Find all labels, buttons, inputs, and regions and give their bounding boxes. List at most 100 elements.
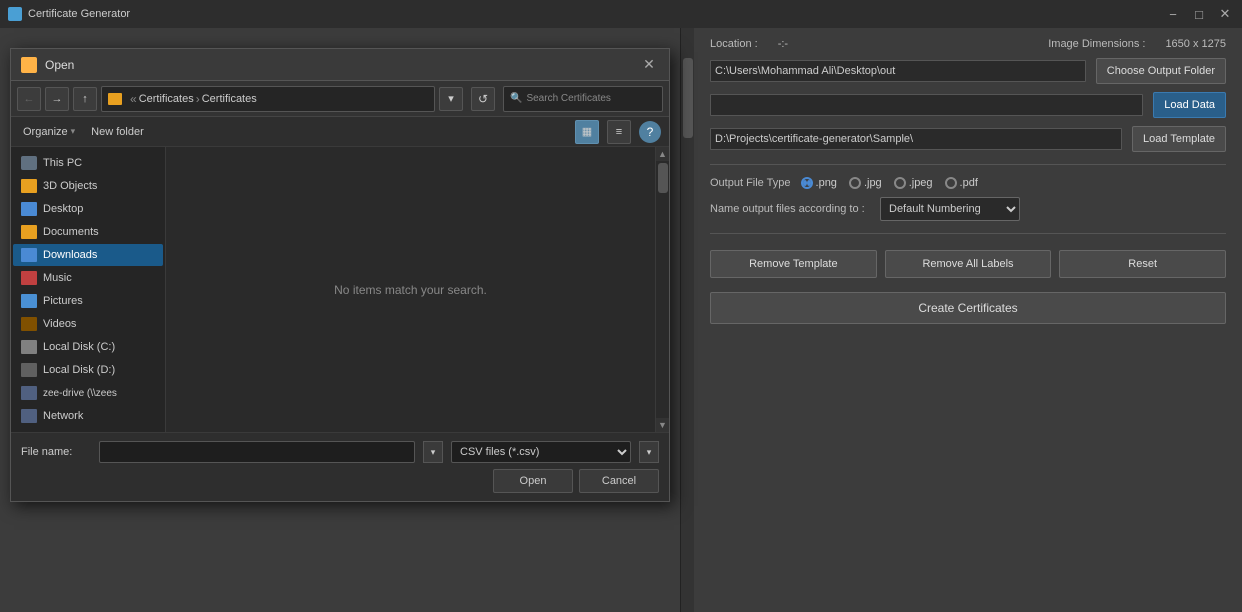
sidebar-item-label: Videos: [43, 318, 76, 330]
sidebar-item-pictures[interactable]: Pictures: [13, 290, 163, 312]
sidebar-item-label: Documents: [43, 226, 99, 238]
vertical-scrollbar[interactable]: ▲ ▼: [655, 147, 669, 432]
outer-scroll-thumb[interactable]: [683, 58, 693, 138]
radio-png-label: .png: [816, 177, 837, 189]
this-pc-icon: [21, 156, 37, 170]
remove-all-labels-button[interactable]: Remove All Labels: [885, 250, 1052, 278]
path-folder-icon: [108, 93, 122, 105]
close-button[interactable]: ✕: [1216, 5, 1234, 23]
sidebar-item-this-pc[interactable]: This PC: [13, 152, 163, 174]
sidebar-item-music[interactable]: Music: [13, 267, 163, 289]
sidebar-item-label: Downloads: [43, 249, 97, 261]
name-output-select[interactable]: Default Numbering Column Values Custom: [880, 197, 1020, 221]
bottom-buttons: Remove Template Remove All Labels Reset: [710, 250, 1226, 278]
path-bar: « Certificates › Certificates: [101, 86, 435, 112]
local-c-icon: [21, 340, 37, 354]
minimize-button[interactable]: −: [1164, 5, 1182, 23]
main-content: tion of the Machine Open ✕ ← → ↑ « Certi…: [0, 28, 1242, 612]
cancel-button[interactable]: Cancel: [579, 469, 659, 493]
view-grid-button[interactable]: ▦: [575, 120, 599, 144]
load-data-row: Load Data: [710, 92, 1226, 118]
location-value: -:-: [778, 38, 788, 50]
radio-pdf-dot: [945, 177, 957, 189]
filetype-select[interactable]: CSV files (*.csv): [451, 441, 631, 463]
template-path-input[interactable]: [710, 128, 1122, 150]
help-button[interactable]: ?: [639, 121, 661, 143]
app-icon: [8, 7, 22, 21]
sidebar-item-label: Pictures: [43, 295, 83, 307]
sidebar-item-3d-objects[interactable]: 3D Objects: [13, 175, 163, 197]
output-file-type-label: Output File Type: [710, 177, 791, 189]
nav-forward-button[interactable]: →: [45, 87, 69, 111]
dialog-close-button[interactable]: ✕: [639, 55, 659, 75]
dialog-area: tion of the Machine Open ✕ ← → ↑ « Certi…: [0, 28, 680, 612]
remove-template-button[interactable]: Remove Template: [710, 250, 877, 278]
radio-jpg[interactable]: .jpg: [849, 177, 882, 189]
window-controls: − □ ✕: [1164, 5, 1234, 23]
new-folder-button[interactable]: New folder: [87, 124, 148, 140]
sidebar-item-label: Music: [43, 272, 72, 284]
sidebar-item-documents[interactable]: Documents: [13, 221, 163, 243]
nav-back-button[interactable]: ←: [17, 87, 41, 111]
filename-dropdown-button[interactable]: ▾: [423, 441, 443, 463]
radio-jpeg[interactable]: .jpeg: [894, 177, 933, 189]
sidebar-item-label: Network: [43, 410, 83, 422]
sidebar-item-videos[interactable]: Videos: [13, 313, 163, 335]
path-dropdown-button[interactable]: ▾: [439, 87, 463, 111]
reset-button[interactable]: Reset: [1059, 250, 1226, 278]
radio-jpg-dot: [849, 177, 861, 189]
scroll-thumb[interactable]: [658, 163, 668, 193]
file-content-area: No items match your search.: [166, 147, 655, 432]
maximize-button[interactable]: □: [1190, 5, 1208, 23]
zee-drive-icon: [21, 386, 37, 400]
organize-button[interactable]: Organize ▾: [19, 124, 79, 140]
sidebar-item-label: This PC: [43, 157, 82, 169]
load-template-button[interactable]: Load Template: [1132, 126, 1226, 152]
create-certificates-button[interactable]: Create Certificates: [710, 292, 1226, 324]
dialog-bottom: File name: ▾ CSV files (*.csv) ▾ Open Ca…: [11, 432, 669, 501]
open-button[interactable]: Open: [493, 469, 573, 493]
radio-png[interactable]: .png: [801, 177, 837, 189]
sidebar-item-local-d[interactable]: Local Disk (D:): [13, 359, 163, 381]
output-folder-input[interactable]: [710, 60, 1086, 82]
dialog-nav: ← → ↑ « Certificates › Certificates ▾ ↺ …: [11, 81, 669, 117]
sidebar-item-label: Desktop: [43, 203, 83, 215]
organize-dropdown-icon: ▾: [71, 126, 76, 137]
sidebar: This PC 3D Objects Desktop Documents: [11, 147, 166, 432]
name-output-label: Name output files according to :: [710, 203, 870, 215]
load-data-button[interactable]: Load Data: [1153, 92, 1226, 118]
radio-png-dot: [801, 177, 813, 189]
radio-jpeg-label: .jpeg: [909, 177, 933, 189]
radio-jpeg-dot: [894, 177, 906, 189]
search-placeholder: Search Certificates: [526, 93, 610, 104]
documents-icon: [21, 225, 37, 239]
search-bar[interactable]: 🔍 Search Certificates: [503, 86, 663, 112]
radio-pdf[interactable]: .pdf: [945, 177, 978, 189]
dialog-icon: [21, 57, 37, 73]
view-list-button[interactable]: ≡: [607, 120, 631, 144]
app-title: Certificate Generator: [28, 8, 130, 20]
pictures-icon: [21, 294, 37, 308]
filename-input[interactable]: [99, 441, 415, 463]
path-part-2: Certificates: [202, 93, 257, 105]
sidebar-item-desktop[interactable]: Desktop: [13, 198, 163, 220]
sidebar-item-zee-drive[interactable]: zee-drive (\\zees: [13, 382, 163, 404]
image-dimensions-label: Image Dimensions :: [1048, 38, 1145, 50]
filetype-dropdown-button[interactable]: ▾: [639, 441, 659, 463]
sidebar-item-local-c[interactable]: Local Disk (C:): [13, 336, 163, 358]
template-row: Load Template: [710, 126, 1226, 152]
network-icon: [21, 409, 37, 423]
load-data-input[interactable]: [710, 94, 1143, 116]
refresh-button[interactable]: ↺: [471, 87, 495, 111]
scroll-down-button[interactable]: ▼: [656, 418, 669, 432]
scroll-up-button[interactable]: ▲: [656, 147, 669, 161]
outer-scrollbar[interactable]: [680, 28, 694, 612]
sidebar-item-network[interactable]: Network: [13, 405, 163, 427]
choose-output-folder-button[interactable]: Choose Output Folder: [1096, 58, 1226, 84]
nav-up-button[interactable]: ↑: [73, 87, 97, 111]
sidebar-item-downloads[interactable]: Downloads: [13, 244, 163, 266]
videos-icon: [21, 317, 37, 331]
image-dimensions-value: 1650 x 1275: [1165, 38, 1226, 50]
output-file-type-row: Output File Type .png .jpg .jpeg: [710, 177, 1226, 189]
location-label: Location :: [710, 38, 758, 50]
